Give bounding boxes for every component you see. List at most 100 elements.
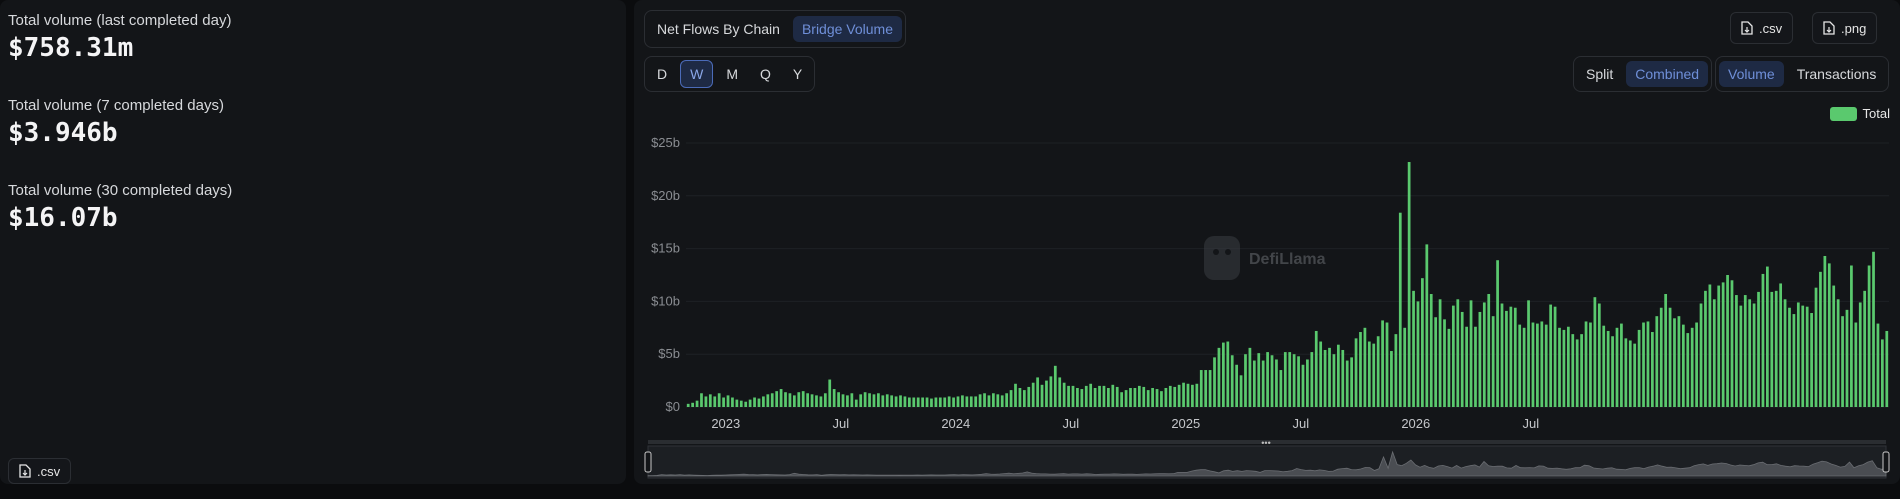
bar[interactable]: [1160, 391, 1163, 407]
bar[interactable]: [1067, 385, 1070, 407]
bar[interactable]: [1230, 355, 1234, 407]
bar[interactable]: [823, 393, 827, 407]
bar[interactable]: [1757, 291, 1760, 407]
bar[interactable]: [1239, 375, 1243, 407]
bar[interactable]: [1292, 354, 1296, 407]
bar[interactable]: [1575, 339, 1579, 407]
bar[interactable]: [1814, 287, 1818, 407]
bar[interactable]: [1018, 387, 1022, 407]
bar[interactable]: [1774, 290, 1778, 407]
bar[interactable]: [686, 403, 690, 407]
bar[interactable]: [1704, 290, 1707, 407]
bar[interactable]: [762, 396, 765, 407]
bar[interactable]: [1354, 338, 1358, 407]
bar[interactable]: [1819, 271, 1822, 407]
bar[interactable]: [868, 393, 871, 407]
bar[interactable]: [1438, 299, 1442, 407]
bar[interactable]: [735, 399, 739, 407]
bar[interactable]: [1474, 326, 1477, 407]
bar[interactable]: [961, 395, 964, 407]
bar[interactable]: [810, 394, 814, 407]
bar[interactable]: [1372, 343, 1376, 407]
bar[interactable]: [938, 397, 942, 408]
bar[interactable]: [1558, 327, 1561, 407]
bar[interactable]: [1845, 309, 1849, 407]
bar[interactable]: [1177, 384, 1181, 407]
bar[interactable]: [775, 391, 779, 407]
bar[interactable]: [1863, 290, 1867, 407]
bar[interactable]: [1606, 330, 1610, 407]
bar[interactable]: [1783, 299, 1787, 407]
bar[interactable]: [1487, 294, 1491, 407]
bar[interactable]: [1164, 387, 1168, 407]
bar[interactable]: [850, 393, 854, 407]
bar[interactable]: [1664, 294, 1668, 407]
bar[interactable]: [1071, 385, 1075, 407]
bar[interactable]: [1412, 290, 1415, 407]
bar[interactable]: [1398, 212, 1402, 407]
bar[interactable]: [1049, 376, 1053, 407]
bar[interactable]: [1611, 336, 1614, 407]
bar[interactable]: [885, 394, 889, 407]
bar[interactable]: [1527, 300, 1530, 407]
bar[interactable]: [1447, 328, 1451, 407]
bar[interactable]: [854, 399, 858, 407]
bar[interactable]: [1801, 305, 1805, 407]
bar[interactable]: [1443, 319, 1446, 407]
bar[interactable]: [1651, 332, 1654, 407]
bar[interactable]: [708, 394, 712, 407]
bar[interactable]: [1620, 323, 1623, 407]
bar[interactable]: [1244, 354, 1247, 407]
bar[interactable]: [978, 394, 982, 407]
bar[interactable]: [1248, 347, 1252, 407]
bar[interactable]: [1434, 317, 1438, 407]
bar[interactable]: [1058, 377, 1062, 407]
bar[interactable]: [1261, 360, 1265, 407]
bar[interactable]: [1478, 311, 1482, 407]
bar[interactable]: [1518, 324, 1522, 407]
bar[interactable]: [828, 379, 832, 407]
bar[interactable]: [1571, 334, 1575, 407]
bar[interactable]: [1695, 322, 1698, 407]
bar[interactable]: [1456, 299, 1460, 407]
bar[interactable]: [1880, 339, 1884, 407]
bar[interactable]: [1022, 390, 1026, 407]
bar[interactable]: [1137, 385, 1141, 407]
bar[interactable]: [1748, 299, 1752, 407]
bar[interactable]: [770, 393, 774, 407]
bar[interactable]: [1222, 342, 1225, 407]
bar[interactable]: [1107, 387, 1110, 407]
bar[interactable]: [1615, 327, 1619, 407]
bar[interactable]: [1752, 303, 1756, 407]
bar[interactable]: [1717, 285, 1721, 407]
bar[interactable]: [1584, 321, 1588, 407]
range-slider[interactable]: •••: [644, 438, 1890, 479]
bar[interactable]: [965, 396, 969, 407]
bar[interactable]: [1314, 330, 1318, 407]
bar[interactable]: [1708, 284, 1712, 408]
bar[interactable]: [1297, 356, 1300, 407]
bar[interactable]: [792, 395, 796, 407]
bar[interactable]: [1469, 300, 1473, 407]
bar[interactable]: [1739, 305, 1743, 407]
bar[interactable]: [757, 398, 761, 407]
bar[interactable]: [1460, 311, 1464, 407]
bar[interactable]: [1076, 387, 1079, 407]
bar[interactable]: [1381, 320, 1384, 407]
bar[interactable]: [779, 389, 783, 407]
bar[interactable]: [1301, 364, 1305, 407]
bar[interactable]: [1168, 385, 1172, 407]
bar[interactable]: [1332, 354, 1336, 407]
bar[interactable]: [1465, 326, 1468, 407]
bar[interactable]: [1288, 352, 1292, 407]
bar[interactable]: [1266, 352, 1269, 407]
bar[interactable]: [766, 394, 770, 407]
bar[interactable]: [1779, 283, 1783, 407]
bar[interactable]: [1199, 370, 1203, 407]
bar[interactable]: [1310, 352, 1314, 407]
bar[interactable]: [1080, 389, 1084, 407]
bar[interactable]: [921, 397, 924, 408]
bar[interactable]: [1341, 349, 1345, 407]
bar[interactable]: [1805, 306, 1809, 407]
bar[interactable]: [815, 395, 818, 407]
